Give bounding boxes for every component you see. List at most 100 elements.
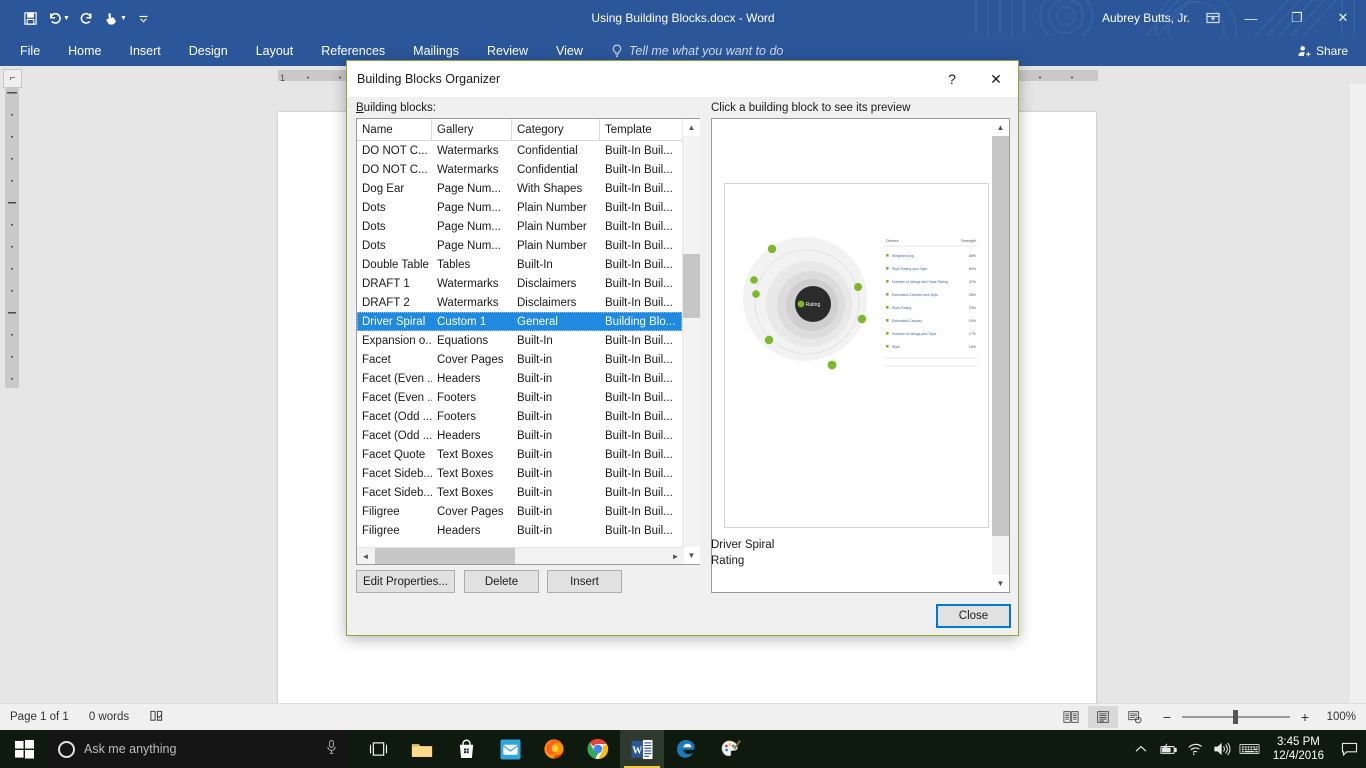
minimize-button[interactable]: — [1228,0,1274,36]
preview-scroll-down-icon[interactable]: ▼ [992,575,1009,592]
tab-insert[interactable]: Insert [116,39,175,64]
table-row[interactable]: Driver SpiralCustom 1GeneralBuilding Blo… [357,312,682,331]
taskbar-clock[interactable]: 3:45 PM 12/4/2016 [1263,735,1334,763]
save-icon[interactable] [18,5,42,31]
customize-quick-access-toolbar-icon[interactable] [132,5,156,31]
scroll-down-icon[interactable]: ▼ [683,547,700,564]
web-layout-view-button[interactable] [1120,706,1150,728]
preview-vertical-scrollbar[interactable]: ▲ ▼ [992,119,1009,592]
table-row[interactable]: DotsPage Num...Plain NumberBuilt-In Buil… [357,198,682,217]
firefox-button[interactable] [532,730,576,768]
insert-button[interactable]: Insert [547,570,622,593]
chevron-down-icon[interactable]: ▼ [63,15,70,22]
table-row[interactable]: Expansion o...EquationsBuilt-InBuilt-In … [357,331,682,350]
ribbon-display-options-icon[interactable] [1198,3,1228,33]
table-row[interactable]: Facet (Odd ...FootersBuilt-inBuilt-In Bu… [357,407,682,426]
dialog-close-icon[interactable]: ✕ [974,62,1018,96]
proofing-errors-icon[interactable] [139,709,174,726]
tab-stop-selector[interactable]: ⌐ [3,69,22,88]
table-row[interactable]: Dog EarPage Num...With ShapesBuilt-In Bu… [357,179,682,198]
battery-icon[interactable] [1155,730,1182,768]
column-header-category[interactable]: Category [512,119,600,140]
table-row[interactable]: DRAFT 2WatermarksDisclaimersBuilt-In Bui… [357,293,682,312]
windows-start-icon[interactable] [0,730,48,768]
microphone-icon[interactable] [325,739,338,760]
table-row[interactable]: DRAFT 1WatermarksDisclaimersBuilt-In Bui… [357,274,682,293]
building-blocks-list[interactable]: Name Gallery Category Template DO NOT C.… [356,118,700,565]
table-row[interactable]: Facet (Odd ...HeadersBuilt-inBuilt-In Bu… [357,426,682,445]
tell-me-search[interactable]: Tell me what you want to do [611,44,784,58]
chevron-down-icon[interactable]: ▼ [120,15,127,22]
undo-icon[interactable]: ▼ [44,5,73,31]
chrome-button[interactable] [576,730,620,768]
paint-button[interactable] [708,730,752,768]
document-vertical-scrollbar[interactable] [1350,84,1366,703]
zoom-level-value[interactable]: 100% [1320,711,1356,723]
list-horizontal-scrollbar[interactable]: ◄ ► [357,547,684,564]
restore-button[interactable]: ❐ [1274,0,1320,36]
task-view-button[interactable] [356,730,400,768]
word-button[interactable]: W [620,730,664,768]
list-vertical-scrollbar[interactable]: ▲ ▼ [682,119,699,564]
tab-file[interactable]: File [6,39,54,64]
page-number-status[interactable]: Page 1 of 1 [0,711,79,723]
search-input[interactable]: Ask me anything [48,730,348,768]
print-layout-view-button[interactable] [1088,706,1118,728]
table-row[interactable]: Facet QuoteText BoxesBuilt-inBuilt-In Bu… [357,445,682,464]
tab-home[interactable]: Home [54,39,115,64]
show-hidden-icons-button[interactable] [1128,730,1155,768]
preview-scroll-track[interactable] [992,136,1009,575]
table-row[interactable]: Facet (Even ...FootersBuilt-inBuilt-In B… [357,388,682,407]
table-row[interactable]: DO NOT C...WatermarksConfidentialBuilt-I… [357,160,682,179]
table-row[interactable]: FiligreeCover PagesBuilt-inBuilt-In Buil… [357,502,682,521]
vertical-ruler[interactable] [5,88,19,388]
column-header-template[interactable]: Template [600,119,684,140]
zoom-out-button[interactable]: − [1160,709,1174,725]
table-row[interactable]: FacetCover PagesBuilt-inBuilt-In Buil... [357,350,682,369]
table-row[interactable]: Facet Sideb...Text BoxesBuilt-inBuilt-In… [357,464,682,483]
word-count-status[interactable]: 0 words [79,711,139,723]
mail-button[interactable] [488,730,532,768]
table-row[interactable]: DotsPage Num...Plain NumberBuilt-In Buil… [357,236,682,255]
close-button[interactable]: ✕ [1320,0,1366,36]
column-header-name[interactable]: Name [357,119,432,140]
preview-scroll-up-icon[interactable]: ▲ [992,119,1009,136]
edge-button[interactable] [664,730,708,768]
user-account-name[interactable]: Aubrey Butts, Jr. [1094,11,1198,25]
microsoft-store-button[interactable] [444,730,488,768]
zoom-slider-track[interactable] [1182,710,1290,724]
list-hscroll-thumb[interactable] [375,548,515,564]
table-row[interactable]: DotsPage Num...Plain NumberBuilt-In Buil… [357,217,682,236]
column-header-gallery[interactable]: Gallery [432,119,512,140]
table-row[interactable]: Double TableTablesBuilt-InBuilt-In Buil.… [357,255,682,274]
zoom-in-button[interactable]: + [1298,709,1312,725]
file-explorer-button[interactable] [400,730,444,768]
edit-properties-button[interactable]: Edit Properties... [356,570,455,593]
table-row[interactable]: FiligreeHeadersBuilt-inBuilt-In Buil... [357,521,682,540]
touch-keyboard-icon[interactable] [1236,730,1263,768]
read-mode-view-button[interactable] [1056,706,1086,728]
dialog-help-button[interactable]: ? [930,62,974,96]
dialog-close-button[interactable]: Close [936,604,1011,628]
scroll-up-icon[interactable]: ▲ [683,119,700,136]
share-button[interactable]: Share [1287,39,1358,63]
table-row[interactable]: Facet Sideb...Text BoxesBuilt-inBuilt-In… [357,483,682,502]
table-row[interactable]: DO NOT C...WatermarksConfidentialBuilt-I… [357,141,682,160]
tab-design[interactable]: Design [175,39,242,64]
table-row[interactable]: Facet (Even ...HeadersBuilt-inBuilt-In B… [357,369,682,388]
action-center-icon[interactable] [1334,730,1364,768]
tab-layout[interactable]: Layout [242,39,308,64]
scroll-left-icon[interactable]: ◄ [357,548,374,564]
preview-scroll-thumb[interactable] [992,136,1009,536]
touch-mouse-mode-icon[interactable]: ▼ [101,5,130,31]
dialog-title-bar[interactable]: Building Blocks Organizer ? ✕ [347,61,1018,97]
delete-button[interactable]: Delete [464,570,539,593]
scroll-right-icon[interactable]: ► [667,548,684,564]
zoom-slider-thumb[interactable] [1233,710,1238,724]
table-row[interactable]: FiligreeFootersBuilt-inBuilt-In Buil... [357,540,682,544]
list-scroll-thumb[interactable] [683,254,700,318]
volume-icon[interactable] [1209,730,1236,768]
list-scroll-track[interactable] [683,136,700,547]
redo-icon[interactable] [75,5,99,31]
wifi-icon[interactable] [1182,730,1209,768]
